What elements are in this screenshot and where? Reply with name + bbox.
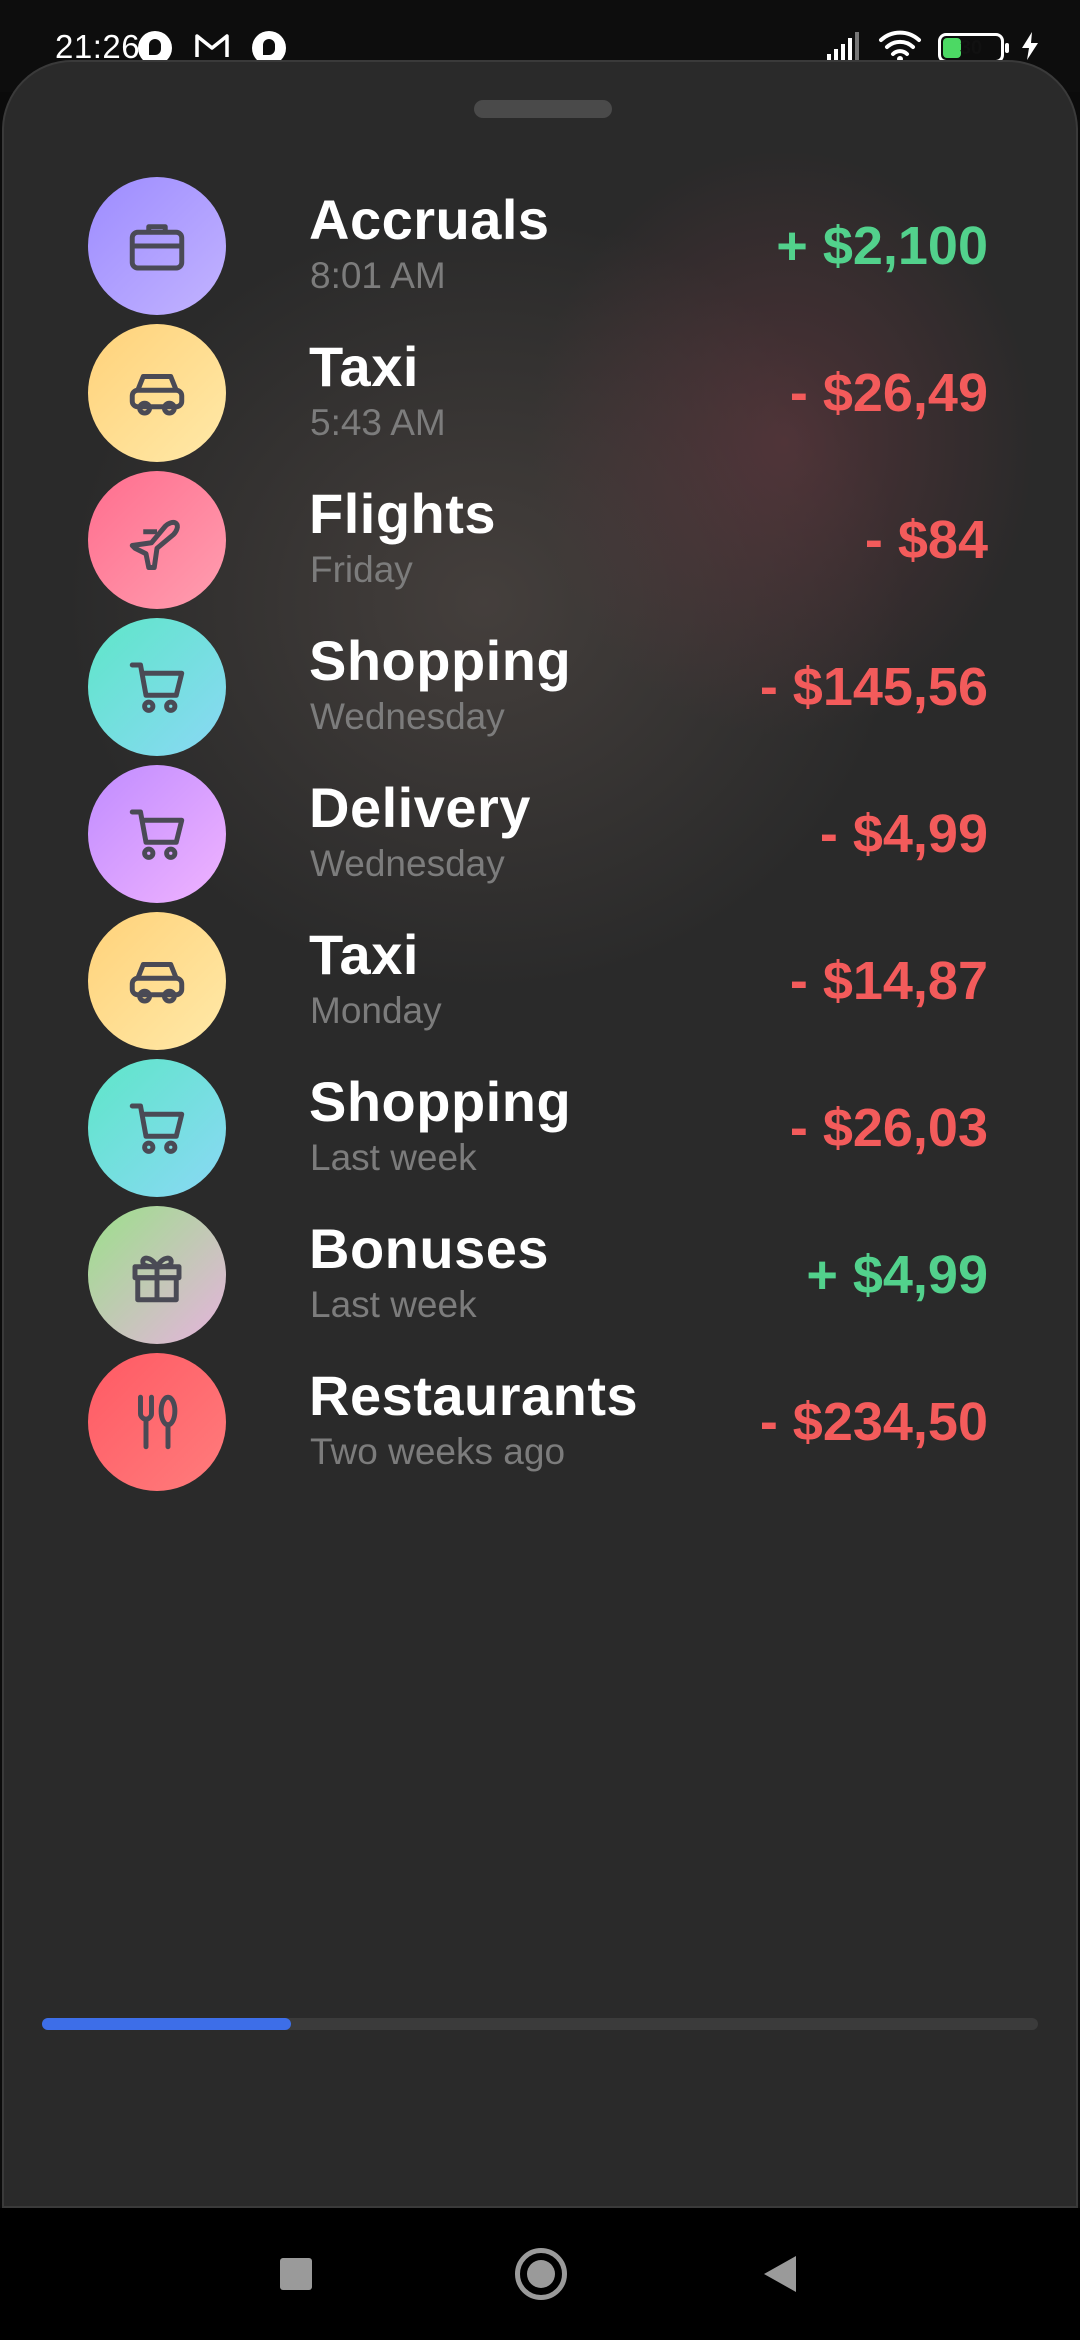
transaction-title: Delivery bbox=[309, 776, 531, 839]
transaction-amount: - $26,49 bbox=[789, 363, 988, 423]
recents-button[interactable] bbox=[280, 2258, 312, 2290]
transaction-title: Flights bbox=[309, 482, 497, 545]
transaction-amount: - $84 bbox=[864, 510, 988, 570]
cutlery-icon bbox=[124, 1389, 190, 1455]
transaction-row[interactable]: Bonuses Last week + $4,99 bbox=[4, 1206, 1076, 1366]
transaction-amount: - $4,99 bbox=[819, 804, 988, 864]
transaction-time: Wednesday bbox=[310, 696, 505, 737]
back-button[interactable] bbox=[764, 2256, 796, 2292]
battery-icon: 30 bbox=[938, 33, 1009, 63]
transactions-sheet[interactable]: Accruals 8:01 AM + $2,100 Taxi 5:43 AM - $26,… bbox=[2, 60, 1078, 2208]
transaction-time: Wednesday bbox=[310, 843, 505, 884]
scrollbar-thumb[interactable] bbox=[42, 2018, 291, 2030]
transaction-row[interactable]: Accruals 8:01 AM + $2,100 bbox=[4, 177, 1076, 337]
category-avatar bbox=[88, 1059, 226, 1197]
briefcase-icon bbox=[124, 213, 190, 279]
transaction-time: Two weeks ago bbox=[310, 1431, 566, 1472]
battery-level: 30 bbox=[959, 36, 983, 59]
cart-icon bbox=[124, 801, 190, 867]
transaction-row[interactable]: Flights Friday - $84 bbox=[4, 471, 1076, 631]
cart-icon bbox=[124, 1095, 190, 1161]
transaction-title: Restaurants bbox=[309, 1364, 639, 1427]
transaction-amount: - $145,56 bbox=[759, 657, 988, 717]
transaction-row[interactable]: Delivery Wednesday - $4,99 bbox=[4, 765, 1076, 925]
transaction-row[interactable]: Restaurants Two weeks ago - $234,50 bbox=[4, 1353, 1076, 1513]
transaction-title: Shopping bbox=[309, 1070, 572, 1133]
transaction-row[interactable]: Shopping Last week - $26,03 bbox=[4, 1059, 1076, 1219]
transaction-row[interactable]: Shopping Wednesday - $145,56 bbox=[4, 618, 1076, 778]
transaction-row[interactable]: Taxi 5:43 AM - $26,49 bbox=[4, 324, 1076, 484]
transaction-time: Last week bbox=[310, 1137, 477, 1178]
transaction-amount: + $2,100 bbox=[776, 216, 988, 276]
car-icon bbox=[124, 948, 190, 1014]
transaction-title: Taxi bbox=[309, 923, 419, 986]
transaction-title: Taxi bbox=[309, 335, 419, 398]
home-button[interactable] bbox=[515, 2248, 567, 2300]
category-avatar bbox=[88, 324, 226, 462]
transaction-amount: - $14,87 bbox=[789, 951, 988, 1011]
transaction-title: Bonuses bbox=[309, 1217, 549, 1280]
sheet-drag-handle[interactable] bbox=[474, 100, 612, 118]
transaction-amount: - $26,03 bbox=[789, 1098, 988, 1158]
category-avatar bbox=[88, 618, 226, 756]
transaction-time: 5:43 AM bbox=[310, 402, 446, 443]
airplane-icon bbox=[124, 507, 190, 573]
charging-icon bbox=[1020, 31, 1040, 66]
gift-icon bbox=[124, 1242, 190, 1308]
category-avatar bbox=[88, 177, 226, 315]
category-avatar bbox=[88, 912, 226, 1050]
transaction-time: Last week bbox=[310, 1284, 477, 1325]
car-icon bbox=[124, 360, 190, 426]
transaction-title: Accruals bbox=[309, 188, 550, 251]
scrollbar-track[interactable] bbox=[42, 2018, 1038, 2030]
category-avatar bbox=[88, 1353, 226, 1491]
cart-icon bbox=[124, 654, 190, 720]
transaction-amount: - $234,50 bbox=[759, 1392, 988, 1452]
transaction-time: Monday bbox=[310, 990, 442, 1031]
transaction-time: 8:01 AM bbox=[310, 255, 446, 296]
transaction-title: Shopping bbox=[309, 629, 572, 692]
transaction-time: Friday bbox=[310, 549, 413, 590]
transaction-amount: + $4,99 bbox=[806, 1245, 988, 1305]
category-avatar bbox=[88, 765, 226, 903]
system-nav-bar bbox=[0, 2208, 1080, 2340]
transaction-row[interactable]: Taxi Monday - $14,87 bbox=[4, 912, 1076, 1072]
category-avatar bbox=[88, 471, 226, 609]
category-avatar bbox=[88, 1206, 226, 1344]
